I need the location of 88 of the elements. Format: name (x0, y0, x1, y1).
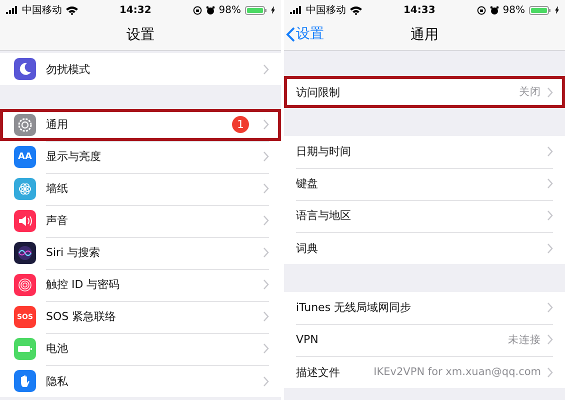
settings-row[interactable]: VPN 未连接 (284, 324, 565, 356)
chevron-icon (263, 64, 269, 74)
settings-row[interactable]: Siri 与搜索 (0, 237, 281, 269)
row-label: SOS 紧急联络 (46, 309, 118, 324)
privacy-icon (14, 370, 36, 392)
battery-icon (14, 338, 36, 360)
settings-row[interactable]: 勿扰模式 (0, 53, 281, 85)
carrier-name: 中国移动 (306, 4, 346, 17)
signal-icon (290, 6, 302, 14)
row-label: Siri 与搜索 (46, 245, 102, 260)
chevron-icon (547, 146, 553, 157)
chevron-icon (547, 242, 553, 254)
wifi-icon (66, 6, 78, 14)
row-label: 键盘 (296, 176, 319, 191)
chevron-icon (263, 279, 269, 290)
chevron-icon (547, 178, 553, 189)
status-time: 14:33 (403, 4, 436, 16)
charging-icon (555, 6, 560, 14)
settings-row[interactable]: 语言与地区 (284, 200, 565, 232)
row-label: 语言与地区 (296, 208, 352, 223)
battery-percent: 98% (502, 4, 526, 16)
chevron-icon (547, 86, 553, 98)
alarm-icon (490, 6, 499, 14)
row-label: iTunes 无线局域网同步 (296, 300, 412, 315)
wifi-icon (350, 6, 362, 14)
alarm-icon (206, 6, 215, 14)
signal-icon (6, 6, 18, 14)
back-chevron-icon (286, 26, 295, 42)
chevron-icon (263, 311, 269, 322)
rotation-lock-icon (192, 6, 202, 14)
carrier-name: 中国移动 (22, 4, 62, 17)
row-label: 显示与亮度 (46, 149, 102, 164)
row-label: 日期与时间 (296, 144, 352, 159)
chevron-icon (263, 343, 269, 354)
status-time: 14:32 (119, 4, 152, 16)
row-label: VPN (296, 333, 320, 346)
chevron-icon (547, 366, 553, 378)
gear-icon (14, 114, 36, 136)
touchid-icon (14, 274, 36, 296)
row-label: 墙纸 (46, 181, 69, 196)
settings-row[interactable]: iTunes 无线局域网同步 (284, 292, 565, 324)
settings-row[interactable]: AA 显示与亮度 (0, 141, 281, 173)
wallpaper-icon (14, 178, 36, 200)
chevron-icon (547, 210, 553, 221)
settings-row[interactable]: 日期与时间 (284, 136, 565, 168)
settings-row[interactable]: 通用 1 (0, 109, 281, 141)
row-label: 访问限制 (296, 84, 341, 100)
row-label: 描述文件 (296, 364, 341, 380)
row-label: 通用 (46, 117, 69, 132)
notification-badge: 1 (232, 116, 249, 133)
settings-row[interactable]: 声音 (0, 205, 281, 237)
battery-percent: 98% (218, 4, 242, 16)
chevron-icon (263, 247, 269, 258)
settings-row[interactable]: 触控 ID 与密码 (0, 269, 281, 301)
row-value: 关闭 (519, 85, 541, 99)
chevron-icon (547, 302, 553, 313)
chevron-icon (263, 151, 269, 162)
settings-row[interactable]: 描述文件 IKEv2VPN for xm.xuan@qq.com (284, 356, 565, 388)
chevron-icon (547, 334, 553, 345)
row-label: 勿扰模式 (46, 62, 91, 76)
row-value: IKEv2VPN for xm.xuan@qq.com (374, 366, 541, 378)
battery-icon (529, 6, 552, 14)
screen-title: 通用 (410, 26, 438, 44)
battery-icon (245, 6, 268, 14)
settings-row[interactable]: 访问限制 关闭 (284, 76, 565, 108)
charging-icon (271, 6, 276, 14)
screen-title: 设置 (126, 26, 154, 44)
settings-row[interactable]: 电池 (0, 333, 281, 365)
row-label: 触控 ID 与密码 (46, 277, 121, 292)
settings-row[interactable]: 键盘 (284, 168, 565, 200)
siri-icon (14, 242, 36, 264)
rotation-lock-icon (476, 6, 486, 14)
row-label: 电池 (46, 341, 69, 356)
settings-row[interactable]: 隐私 (0, 365, 281, 397)
chevron-icon (263, 183, 269, 194)
moon-icon (14, 58, 36, 80)
chevron-icon (263, 215, 269, 226)
chevron-icon (263, 119, 269, 130)
settings-row[interactable]: 墙纸 (0, 173, 281, 205)
row-label: 声音 (46, 213, 69, 228)
row-value: 未连接 (508, 332, 541, 346)
display-icon: AA (14, 146, 36, 168)
sound-icon (14, 210, 36, 232)
settings-row[interactable]: 词典 (284, 232, 565, 264)
back-button[interactable]: 设置 (286, 25, 324, 43)
chevron-icon (263, 376, 269, 386)
row-label: 词典 (296, 240, 319, 256)
row-label: 隐私 (46, 374, 69, 388)
